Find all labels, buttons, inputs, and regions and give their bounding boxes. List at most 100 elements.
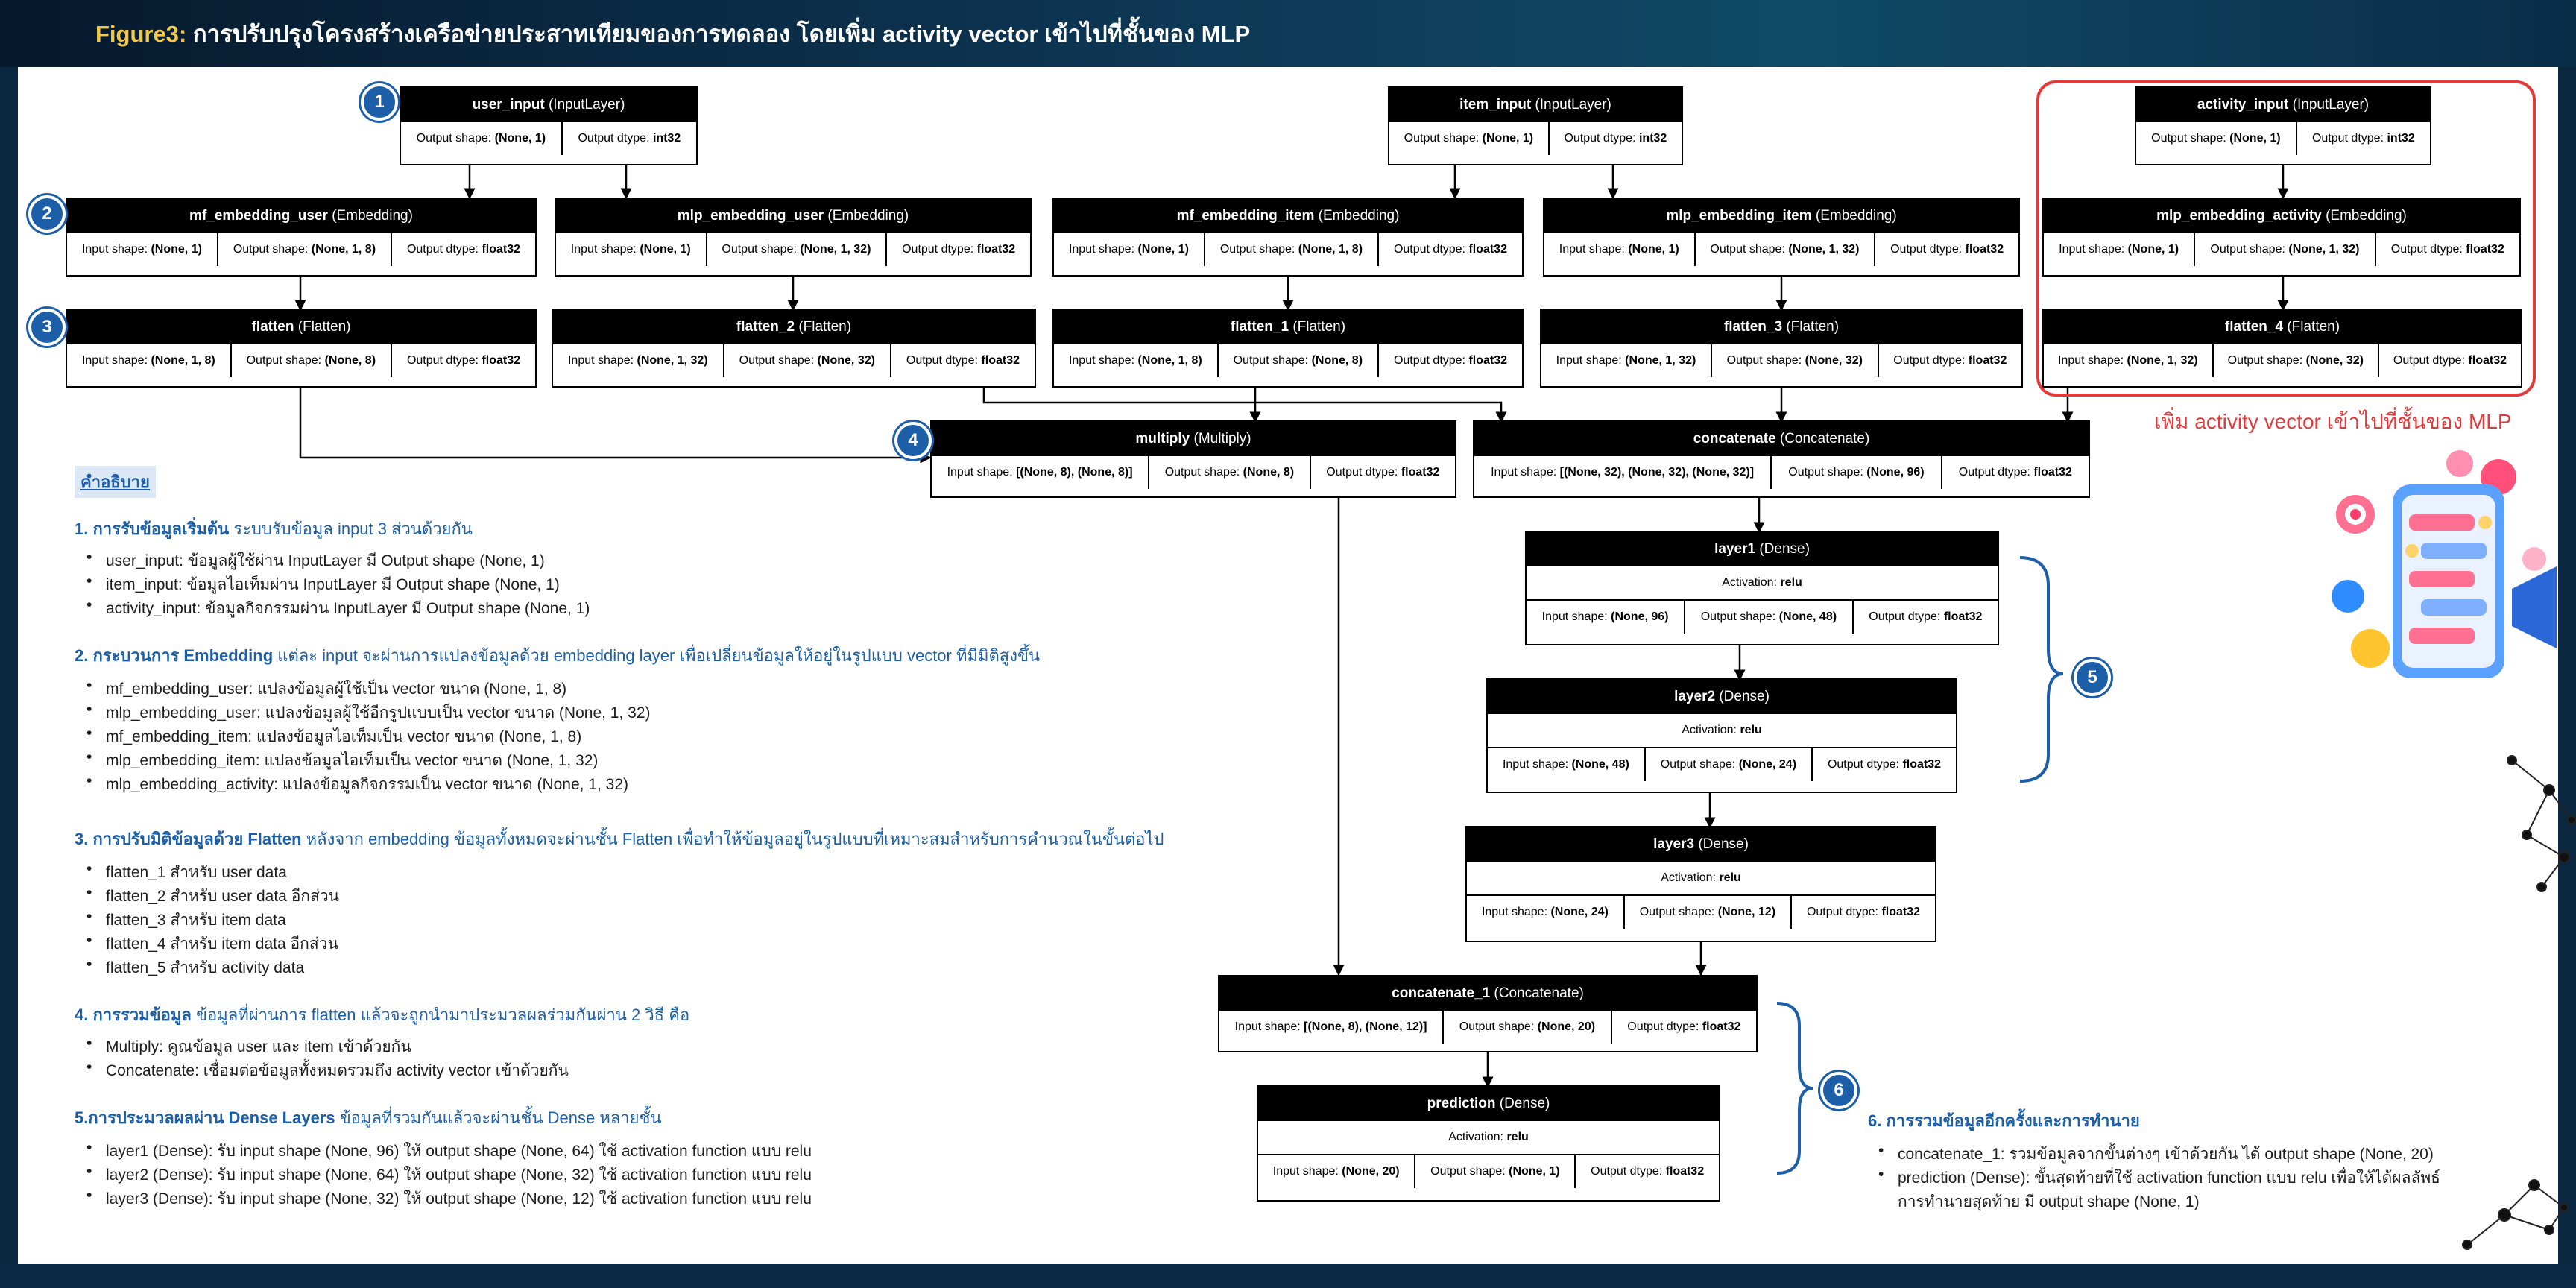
legend-s3-item: flatten_2 สำหรับ user data อีกส่วน xyxy=(86,884,339,909)
node-name: mf_embedding_user xyxy=(189,208,328,224)
edge-flatten2-concat xyxy=(982,386,1507,423)
input-shape-cell: Input shape: [(None, 8), (None, 8)] xyxy=(932,456,1150,489)
concatenate-1-node: concatenate_1 (Concatenate) Input shape:… xyxy=(1218,975,1758,1052)
output-shape-cell: Output shape: (None, 1) xyxy=(1415,1155,1576,1188)
node-name: flatten xyxy=(251,319,294,335)
input-shape-cell: Input shape: (None, 48) xyxy=(1488,748,1646,781)
node-type: (Dense) xyxy=(1755,541,1810,557)
concatenate-node: concatenate (Concatenate) Input shape: [… xyxy=(1473,420,2090,498)
step-badge-1: 1 xyxy=(361,83,398,121)
input-shape-cell: Input shape: (None, 1) xyxy=(1054,233,1205,266)
output-dtype-cell: Output dtype: float32 xyxy=(1591,1165,1705,1178)
output-dtype-cell: Output dtype: float32 xyxy=(1326,466,1440,479)
input-shape-cell: Input shape: (None, 1) xyxy=(556,233,707,266)
output-shape-cell: Output shape: (None, 8) xyxy=(1219,344,1379,377)
layer3-node: layer3 (Dense) Activation: relu Input sh… xyxy=(1465,826,1936,942)
node-name: item_input xyxy=(1459,97,1532,113)
input-shape-cell: Input shape: (None, 96) xyxy=(1527,601,1686,634)
node-type: (Flatten) xyxy=(294,319,351,335)
node-name: mlp_embedding_user xyxy=(677,208,824,224)
output-dtype-cell: Output dtype: float32 xyxy=(1958,466,2072,479)
flatten-3-node: flatten_3 (Flatten) Input shape: (None, … xyxy=(1540,309,2023,388)
output-shape-cell: Output shape: (None, 1, 32) xyxy=(1696,233,1876,266)
layer2-node: layer2 (Dense) Activation: relu Input sh… xyxy=(1486,678,1957,793)
node-name: prediction xyxy=(1427,1096,1496,1111)
output-dtype-cell: Output dtype: float32 xyxy=(1890,243,2004,256)
input-shape-cell: Input shape: (None, 1, 8) xyxy=(67,344,232,377)
input-shape-cell: Input shape: (None, 1) xyxy=(67,233,218,266)
node-name: flatten_1 xyxy=(1230,319,1289,335)
legend-s4-item: Multiply: คูณข้อมูล user และ item เข้าด้… xyxy=(86,1035,411,1059)
legend-label: คำอธิบาย xyxy=(75,466,156,498)
activation-cell: Activation: relu xyxy=(1467,862,1935,896)
node-type: (Dense) xyxy=(1495,1096,1550,1111)
input-shape-cell: Input shape: (None, 1) xyxy=(1544,233,1696,266)
legend-s2-item: mlp_embedding_activity: แปลงข้อมูลกิจกรร… xyxy=(86,772,628,797)
activation-cell: Activation: relu xyxy=(1488,714,1956,748)
output-shape-cell: Output shape: (None, 8) xyxy=(1149,456,1311,489)
network-decoration xyxy=(2507,755,2576,892)
legend-s5-heading: 5.การประมวลผลผ่าน Dense Layers ข้อมูลที่… xyxy=(75,1108,662,1127)
output-dtype-cell: Output dtype: float32 xyxy=(902,243,1016,256)
output-shape-cell: Output shape: (None, 1, 8) xyxy=(218,233,392,266)
output-shape-cell: Output shape: (None, 32) xyxy=(1712,344,1879,377)
legend-s1-heading: 1. การรับข้อมูลเริ่มต้น ระบบรับข้อมูล in… xyxy=(75,520,473,538)
flatten-1-node: flatten_1 (Flatten) Input shape: (None, … xyxy=(1052,309,1524,388)
input-shape-cell: Input shape: (None, 1, 32) xyxy=(1541,344,1712,377)
mlp-embedding-user-node: mlp_embedding_user (Embedding) Input sha… xyxy=(555,198,1032,277)
multiply-node: multiply (Multiply) Input shape: [(None,… xyxy=(930,420,1456,498)
legend-s4-item: Concatenate: เชื่อมต่อข้อมูลทั้งหมดรวมถึ… xyxy=(86,1058,569,1083)
user-input-node: user_input (InputLayer) Output shape: (N… xyxy=(400,86,698,165)
output-shape-cell: Output shape: (None, 48) xyxy=(1685,601,1854,634)
output-dtype-cell: Output dtype: float32 xyxy=(1869,610,1983,623)
step-badge-3: 3 xyxy=(28,309,66,346)
node-name: multiply xyxy=(1135,431,1190,446)
mlp-embedding-item-node: mlp_embedding_item (Embedding) Input sha… xyxy=(1543,198,2020,277)
node-type: (Dense) xyxy=(1694,836,1749,852)
node-name: concatenate_1 xyxy=(1392,985,1491,1001)
activation-cell: Activation: relu xyxy=(1527,566,1998,601)
legend-s4-heading: 4. การรวมข้อมูล ข้อมูลที่ผ่านการ flatten… xyxy=(75,1006,690,1024)
step-badge-5: 5 xyxy=(2074,659,2111,696)
output-shape-cell: Output shape: (None, 1) xyxy=(401,122,563,155)
output-shape-cell: Output shape: (None, 24) xyxy=(1646,748,1813,781)
step-badge-2: 2 xyxy=(28,195,66,233)
step-badge-4: 4 xyxy=(894,422,932,459)
node-type: (Embedding) xyxy=(824,208,909,224)
legend-s5-item: layer1 (Dense): รับ input shape (None, 9… xyxy=(86,1139,812,1164)
input-shape-cell: Input shape: (None, 20) xyxy=(1258,1155,1416,1188)
node-type: (Multiply) xyxy=(1190,431,1251,446)
legend-s6-heading: 6. การรวมข้อมูลอีกครั้งและการทำนาย xyxy=(1868,1111,2140,1130)
legend-s1-item: activity_input: ข้อมูลกิจกรรมผ่าน InputL… xyxy=(86,596,590,621)
legend-s6-item-continuation: การทำนายสุดท้าย มี output shape (None, 1… xyxy=(1898,1193,2200,1210)
node-type: (Dense) xyxy=(1715,689,1770,704)
legend-s1-item: user_input: ข้อมูลผู้ใช้ผ่าน InputLayer … xyxy=(86,549,545,573)
legend-s2-heading: 2. กระบวนการ Embedding แต่ละ input จะผ่า… xyxy=(75,646,1041,665)
output-dtype-cell: Output dtype: float32 xyxy=(1806,906,1921,918)
legend-s3-item: flatten_4 สำหรับ item data อีกส่วน xyxy=(86,932,338,956)
legend-s2-item: mlp_embedding_item: แปลงข้อมูลไอเท็มเป็น… xyxy=(86,748,598,773)
node-type: (InputLayer) xyxy=(544,97,625,113)
node-type: (InputLayer) xyxy=(1531,97,1611,113)
brace-5 xyxy=(2019,556,2064,783)
node-name: user_input xyxy=(472,97,545,113)
legend-s3-item: flatten_5 สำหรับ activity data xyxy=(86,956,304,980)
output-shape-cell: Output shape: (None, 32) xyxy=(724,344,891,377)
legend-s5-item: layer2 (Dense): รับ input shape (None, 6… xyxy=(86,1163,812,1187)
item-input-node: item_input (InputLayer) Output shape: (N… xyxy=(1388,86,1683,165)
input-shape-cell: Input shape: (None, 24) xyxy=(1467,896,1625,929)
output-shape-cell: Output shape: (None, 1, 32) xyxy=(707,233,888,266)
node-name: flatten_2 xyxy=(736,319,795,335)
layer1-node: layer1 (Dense) Activation: relu Input sh… xyxy=(1525,531,1999,645)
output-dtype-cell: Output dtype: float32 xyxy=(406,243,521,256)
input-shape-cell: Input shape: [(None, 8), (None, 12)] xyxy=(1219,1011,1445,1044)
legend-s3-item: flatten_3 สำหรับ item data xyxy=(86,908,286,932)
node-name: mlp_embedding_item xyxy=(1666,208,1812,224)
node-type: (Flatten) xyxy=(795,319,852,335)
legend-s6-item: concatenate_1: รวมข้อมูลจากขั้นต่างๆ เข้… xyxy=(1878,1142,2434,1167)
node-name: concatenate xyxy=(1693,431,1776,446)
node-name: flatten_3 xyxy=(1723,319,1783,335)
node-type: (Embedding) xyxy=(1811,208,1897,224)
legend-s2-item: mf_embedding_user: แปลงข้อมูลผู้ใช้เป็น … xyxy=(86,677,566,701)
output-shape-cell: Output shape: (None, 1) xyxy=(1389,122,1550,155)
